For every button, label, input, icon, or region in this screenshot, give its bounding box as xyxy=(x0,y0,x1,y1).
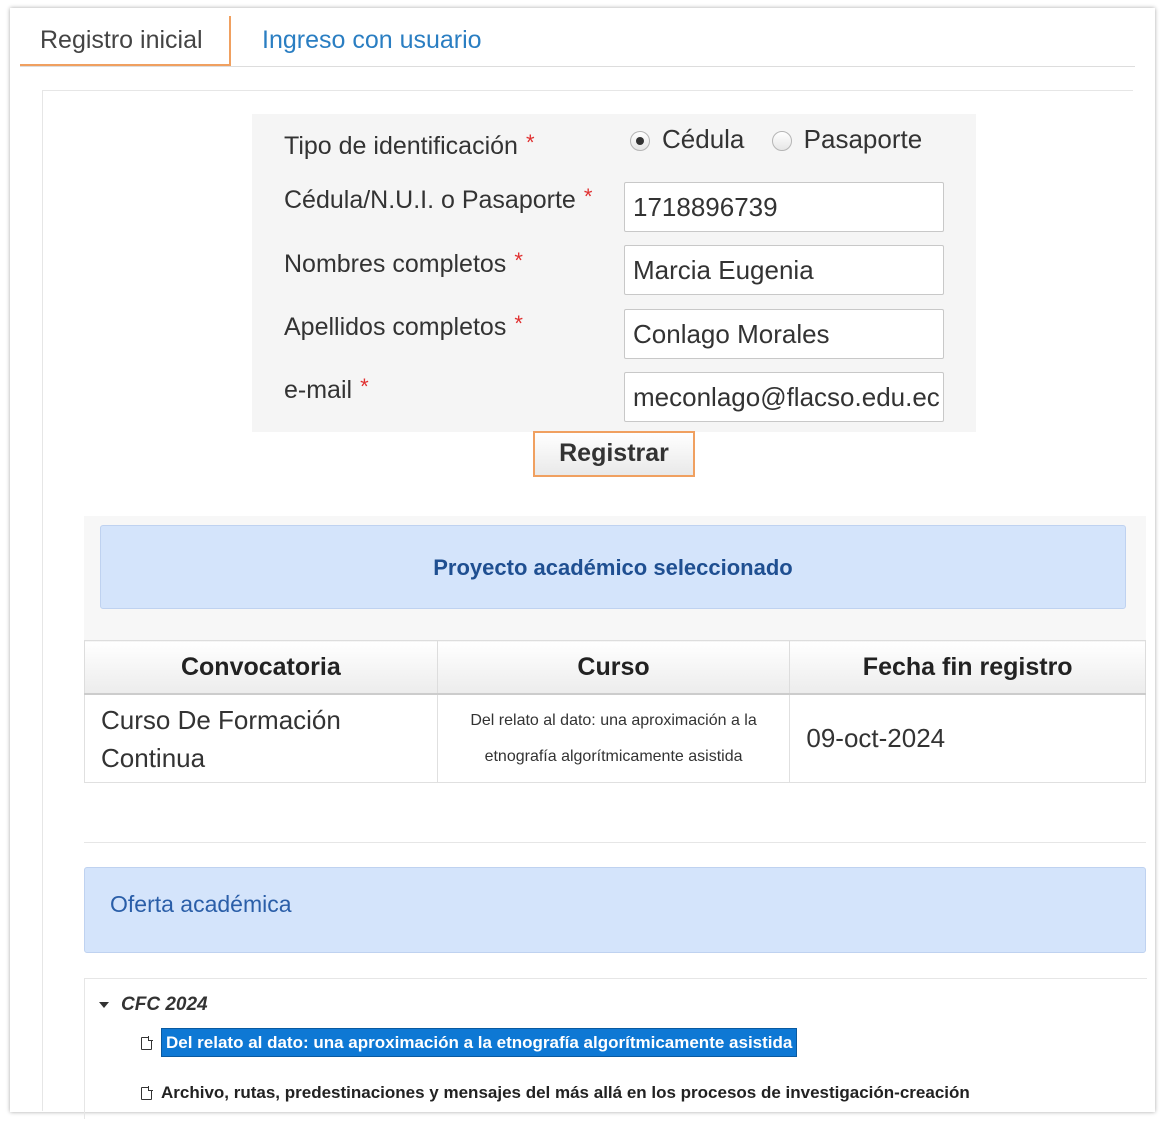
tree-item-label: Del relato al dato: una aproximación a l… xyxy=(161,1028,798,1057)
required-mark: * xyxy=(514,311,523,336)
caret-down-icon xyxy=(99,1001,109,1008)
nombres-input[interactable]: Marcia Eugenia xyxy=(624,245,944,295)
tree-item-selected[interactable]: Del relato al dato: una aproximación a l… xyxy=(141,1028,798,1057)
table-header-row: Convocatoria Curso Fecha fin registro xyxy=(84,640,1146,695)
column-header-fecha: Fecha fin registro xyxy=(789,640,1146,695)
tree-group-label: CFC 2024 xyxy=(121,994,208,1015)
required-mark: * xyxy=(525,130,535,155)
tab-ingreso-con-usuario[interactable]: Ingreso con usuario xyxy=(242,16,502,66)
tipo-identificacion-label: Tipo de identificación * xyxy=(284,130,535,160)
radio-checked-icon xyxy=(630,131,650,152)
oferta-header: Oferta académica xyxy=(84,867,1146,953)
cedula-label: Cédula/N.U.I. o Pasaporte * xyxy=(284,184,593,214)
tab-bar: Registro inicial Ingreso con usuario xyxy=(20,16,1135,67)
id-type-radio-group: Cédula Pasaporte xyxy=(630,124,942,155)
nombres-label: Nombres completos * xyxy=(284,248,523,278)
tab-registro-inicial[interactable]: Registro inicial xyxy=(20,16,231,66)
document-icon xyxy=(141,1036,153,1051)
section-divider xyxy=(84,842,1146,843)
registrar-button[interactable]: Registrar xyxy=(533,431,695,477)
radio-cedula[interactable]: Cédula xyxy=(630,124,744,155)
apellidos-input[interactable]: Conlago Morales xyxy=(624,309,944,359)
required-mark: * xyxy=(360,374,369,399)
proyecto-header: Proyecto académico seleccionado xyxy=(100,525,1126,609)
table-row: Curso De Formación Continua Del relato a… xyxy=(84,693,1146,783)
tree-group-cfc-2024[interactable]: CFC 2024 xyxy=(99,994,208,1016)
cell-curso: Del relato al dato: una aproximación a l… xyxy=(436,693,791,783)
radio-unchecked-icon xyxy=(771,131,792,152)
radio-cedula-label: Cédula xyxy=(662,124,745,154)
email-label: e-mail * xyxy=(284,374,369,404)
apellidos-label: Apellidos completos * xyxy=(284,311,523,341)
required-mark: * xyxy=(514,248,523,273)
radio-pasaporte[interactable]: Pasaporte xyxy=(771,124,923,155)
tree-item-label: Archivo, rutas, predestinaciones y mensa… xyxy=(161,1083,970,1102)
oferta-tree: CFC 2024 Del relato al dato: una aproxim… xyxy=(84,978,1147,1119)
cedula-input[interactable]: 1718896739 xyxy=(624,182,944,232)
document-icon xyxy=(141,1086,153,1101)
required-mark: * xyxy=(583,184,593,209)
tree-item[interactable]: Archivo, rutas, predestinaciones y mensa… xyxy=(141,1083,970,1103)
cell-convocatoria: Curso De Formación Continua xyxy=(84,693,438,783)
proyecto-table: Convocatoria Curso Fecha fin registro Cu… xyxy=(84,640,1146,783)
radio-pasaporte-label: Pasaporte xyxy=(803,124,923,154)
cell-fecha: 09-oct-2024 xyxy=(789,693,1146,783)
email-input[interactable]: meconlago@flacso.edu.ec xyxy=(624,372,944,422)
column-header-convocatoria: Convocatoria xyxy=(84,640,438,695)
column-header-curso: Curso xyxy=(436,640,791,695)
